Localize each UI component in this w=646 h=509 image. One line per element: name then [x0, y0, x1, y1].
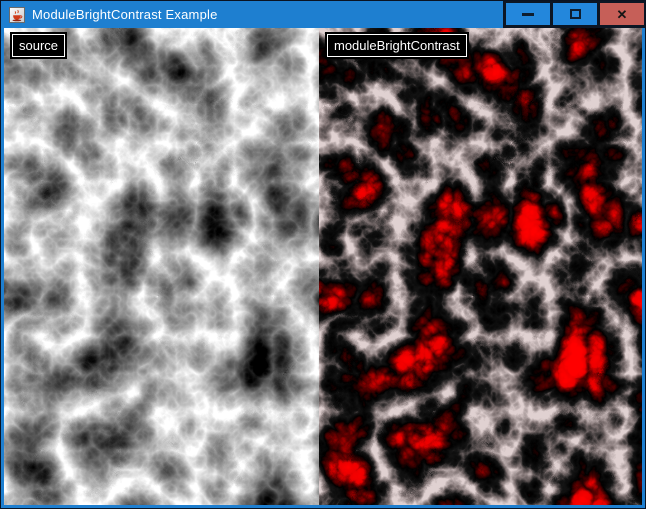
module-bright-contrast-image [319, 28, 642, 505]
minimize-icon [522, 13, 534, 16]
titlebar: ModuleBrightContrast Example ✕ [1, 1, 645, 28]
source-image-panel: source [4, 28, 319, 505]
minimize-button[interactable] [506, 3, 550, 25]
source-label: source [12, 34, 65, 57]
window-title: ModuleBrightContrast Example [32, 7, 503, 22]
maximize-button[interactable] [553, 3, 597, 25]
module-bright-contrast-label: moduleBrightContrast [327, 34, 467, 57]
window-controls: ✕ [503, 1, 645, 28]
app-window: ModuleBrightContrast Example ✕ source [0, 0, 646, 509]
processed-image-panel: moduleBrightContrast [319, 28, 642, 505]
close-button[interactable]: ✕ [600, 3, 644, 25]
java-app-icon [9, 7, 25, 23]
maximize-icon [570, 9, 581, 19]
close-icon: ✕ [617, 8, 628, 21]
source-image [4, 28, 319, 505]
content-area: source moduleBrightContrast [1, 28, 645, 508]
